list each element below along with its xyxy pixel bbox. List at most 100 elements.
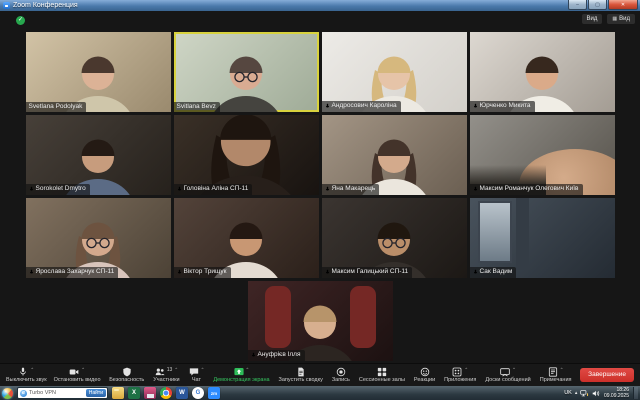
whiteboards-button[interactable]: ⌃ Доски сообщений [485, 367, 530, 384]
participant-name: Ануфрієв Ілля [258, 352, 301, 359]
notes-icon [548, 367, 558, 377]
muted-mic-icon [325, 186, 330, 193]
participant-video [26, 115, 171, 195]
share-caret[interactable]: ⌃ [246, 368, 250, 373]
participants-button[interactable]: 13⌃ Участники [153, 367, 179, 384]
participant-name: Sorokolet Dmytro [36, 186, 86, 193]
google-app-icon[interactable]: G [192, 387, 204, 399]
participant-video [174, 32, 319, 112]
participant-video [322, 198, 467, 278]
window-title: Zoom Конференция [13, 2, 78, 9]
summary-button[interactable]: Запустить сводку [279, 367, 323, 384]
encryption-shield-icon[interactable]: ✓ [16, 16, 25, 25]
gallery-row: Sorokolet Dmytro Головіна Аліна СП-11 Ян… [26, 115, 615, 195]
apps-icon [452, 367, 462, 377]
participant-name: Головіна Аліна СП-11 [184, 186, 249, 193]
participant-name-label: Віктор Трищук [174, 267, 231, 278]
share-screen-button[interactable]: ⌃ Демонстрация экрана [213, 367, 269, 384]
participant-tile[interactable]: Sorokolet Dmytro [26, 115, 171, 195]
record-button[interactable]: Запись [332, 367, 350, 384]
reactions-smiley-icon [420, 367, 430, 377]
chat-caret[interactable]: ⌃ [201, 368, 205, 373]
muted-mic-icon [473, 103, 478, 110]
muted-mic-icon [177, 269, 182, 276]
word-icon[interactable]: W [176, 387, 188, 399]
apps-button[interactable]: ⌃ Приложения [444, 367, 476, 384]
participant-name: Юрченко Микита [480, 103, 531, 110]
window-titlebar[interactable]: Zoom Конференция – ▢ ✕ [0, 0, 640, 11]
participant-tile[interactable]: Андросович Кароліна [322, 32, 467, 112]
mute-options-caret[interactable]: ⌃ [30, 368, 34, 373]
minimize-button[interactable]: – [568, 0, 587, 10]
video-options-caret[interactable]: ⌃ [81, 368, 85, 373]
clock-date: 09.09.2025 [604, 393, 629, 399]
volume-icon[interactable] [592, 390, 600, 397]
participant-tile[interactable]: Сак Вадим [470, 198, 615, 278]
participant-name-label: Svitlana Bevz [174, 102, 220, 113]
participant-tile[interactable]: Яна Макарець [322, 115, 467, 195]
participant-tile[interactable]: Максим Галицький СП-11 [322, 198, 467, 278]
participant-name: Яна Макарець [332, 186, 376, 193]
language-indicator[interactable]: UK [564, 390, 572, 396]
end-meeting-button[interactable]: Завершение [580, 368, 634, 383]
zoom-taskbar-icon[interactable]: zm [208, 387, 220, 399]
participant-tile[interactable]: Ярослава Захарчук СП-11 [26, 198, 171, 278]
security-button[interactable]: Безопасность [109, 367, 144, 384]
notes-button[interactable]: ⌃ Примечания [540, 367, 572, 384]
breakout-rooms-icon [377, 367, 387, 377]
apps-caret[interactable]: ⌃ [464, 368, 468, 373]
stop-video-button[interactable]: ⌃ Остановить видео [54, 367, 101, 384]
maximize-button[interactable]: ▢ [588, 0, 607, 10]
close-button[interactable]: ✕ [608, 0, 638, 10]
participants-count-badge: 13 [167, 367, 173, 373]
muted-mic-icon [325, 103, 330, 110]
participant-name: Віктор Трищук [184, 269, 227, 276]
view-button[interactable]: ▦ Вид [607, 14, 635, 24]
view-button-secondary[interactable]: Вид [582, 14, 603, 24]
shield-icon [122, 367, 132, 377]
taskbar-search-box[interactable]: e Turbo VPN Найти [17, 387, 108, 399]
mute-button[interactable]: ⌃ Выключить звук [6, 367, 47, 384]
participant-video [26, 198, 171, 278]
participant-tile[interactable]: Віктор Трищук [174, 198, 319, 278]
participant-name-label: Максим Романчук Олегович Київ [470, 184, 583, 195]
participant-tile[interactable]: Svitlana Bevz [174, 32, 319, 112]
media-app-icon[interactable] [144, 387, 156, 399]
muted-mic-icon [29, 186, 34, 193]
participant-tile[interactable]: Svetlana Podolyak [26, 32, 171, 112]
view-button-secondary-label: Вид [587, 16, 598, 22]
gallery-grid-icon: ▦ [612, 16, 617, 22]
participants-caret[interactable]: ⌃ [174, 368, 178, 373]
chrome-icon[interactable] [160, 387, 172, 399]
muted-mic-icon [325, 269, 330, 276]
video-gallery: Svetlana Podolyak Svitlana Bevz Андросов… [0, 32, 640, 361]
network-icon[interactable] [580, 390, 589, 397]
participant-tile[interactable]: Максим Романчук Олегович Київ [470, 115, 615, 195]
record-icon [336, 367, 346, 377]
participant-video [322, 115, 467, 195]
microphone-icon [18, 367, 28, 377]
participant-name-label: Максим Галицький СП-11 [322, 267, 413, 278]
participant-tile[interactable]: Головіна Аліна СП-11 [174, 115, 319, 195]
participant-tile[interactable]: Ануфрієв Ілля [248, 281, 393, 361]
internet-explorer-icon: e [20, 390, 27, 397]
start-button[interactable] [2, 388, 13, 399]
meeting-toolbar: ⌃ Выключить звук ⌃ Остановить видео Безо… [0, 363, 640, 386]
chat-icon [189, 367, 199, 377]
notes-caret[interactable]: ⌃ [560, 368, 564, 373]
whiteboards-caret[interactable]: ⌃ [512, 368, 516, 373]
breakout-rooms-button[interactable]: Сессионные залы [359, 367, 405, 384]
chat-button[interactable]: ⌃ Чат [189, 367, 205, 384]
participant-name-label: Яна Макарець [322, 184, 380, 195]
file-explorer-icon[interactable] [112, 387, 124, 399]
participant-name-label: Юрченко Микита [470, 101, 535, 112]
participant-tile[interactable]: Юрченко Микита [470, 32, 615, 112]
tray-expand-caret[interactable]: ▴ [575, 390, 578, 396]
show-desktop-button[interactable] [633, 387, 638, 399]
search-find-button[interactable]: Найти [86, 389, 106, 397]
summary-doc-icon [296, 367, 306, 377]
excel-icon[interactable]: X [128, 387, 140, 399]
search-input[interactable]: Turbo VPN [29, 390, 84, 396]
taskbar-clock[interactable]: 18:26 09.09.2025 [604, 387, 629, 399]
reactions-button[interactable]: Реакции [414, 367, 435, 384]
